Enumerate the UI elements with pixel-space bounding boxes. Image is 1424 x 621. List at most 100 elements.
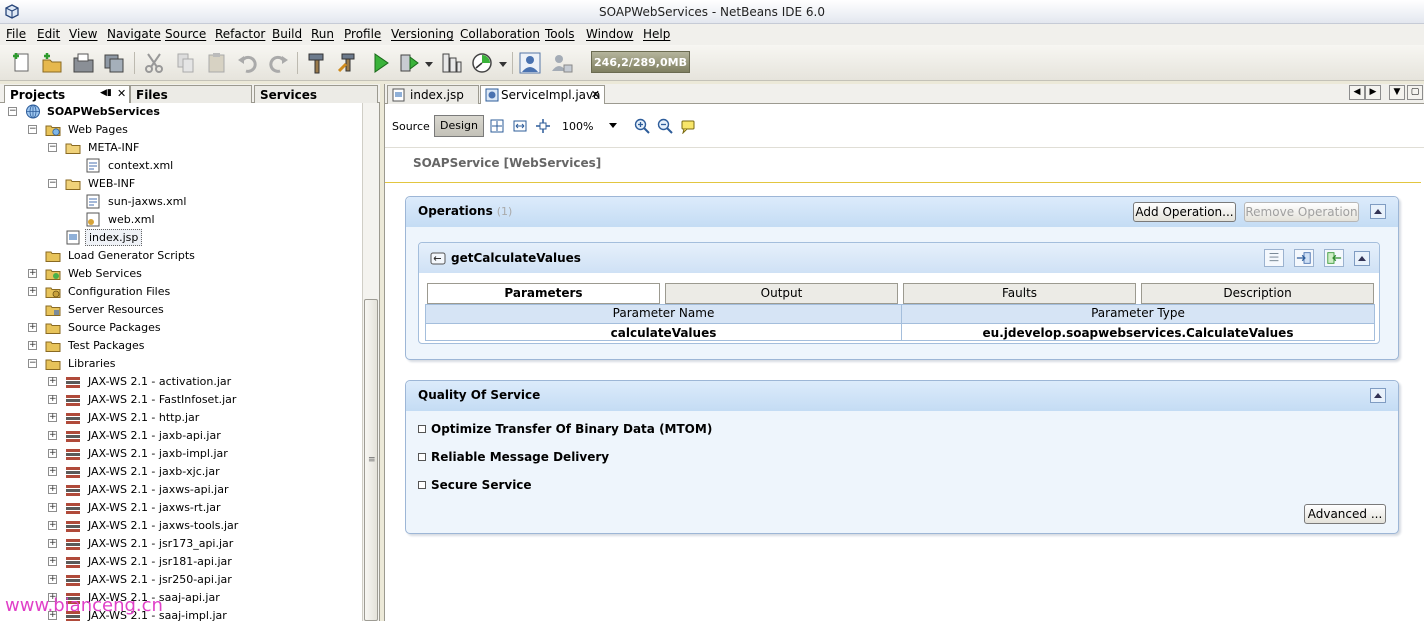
secure-service-checkbox[interactable]	[418, 481, 426, 489]
tree-node-jar[interactable]: + JAX-WS 2.1 - activation.jar	[0, 373, 362, 391]
save-all-icon[interactable]	[102, 51, 126, 75]
memory-usage-indicator[interactable]: 246,2/289,0MB	[591, 51, 690, 73]
expand-toggle[interactable]: +	[48, 521, 57, 530]
menu-refactor[interactable]: Refactor	[215, 27, 265, 41]
tree-node-index-jsp[interactable]: index.jsp	[0, 229, 362, 247]
collaboration-user-icon[interactable]	[518, 51, 542, 75]
tab-projects[interactable]: Projects ◀▮ ✕	[4, 85, 130, 103]
zoom-dropdown-icon[interactable]	[609, 123, 617, 128]
menu-versioning[interactable]: Versioning	[391, 27, 454, 41]
copy-icon[interactable]	[174, 51, 198, 75]
tree-node-web-inf[interactable]: − WEB-INF	[0, 175, 362, 193]
close-tab-icon[interactable]: ✕	[591, 88, 600, 101]
tree-node-jar[interactable]: + JAX-WS 2.1 - FastInfoset.jar	[0, 391, 362, 409]
tab-faults[interactable]: Faults	[903, 283, 1136, 304]
profile-icon[interactable]	[440, 51, 464, 75]
expand-toggle[interactable]: +	[48, 395, 57, 404]
tree-node-source-packages[interactable]: + Source Packages	[0, 319, 362, 337]
menu-file[interactable]: File	[6, 27, 26, 41]
tab-parameters[interactable]: Parameters	[427, 283, 660, 304]
menu-collaboration[interactable]: Collaboration	[460, 27, 540, 41]
menu-window[interactable]: Window	[586, 27, 633, 41]
menu-view[interactable]: View	[69, 27, 97, 41]
remove-operation-button[interactable]: Remove Operation	[1244, 202, 1359, 222]
expand-toggle[interactable]: +	[48, 431, 57, 440]
collapse-qos-icon[interactable]	[1370, 388, 1386, 403]
tree-node-project[interactable]: − SOAPWebServices	[0, 103, 362, 121]
tree-node-web-xml[interactable]: web.xml	[0, 211, 362, 229]
tree-node-context-xml[interactable]: context.xml	[0, 157, 362, 175]
clean-build-icon[interactable]	[336, 51, 360, 75]
open-project-icon[interactable]	[72, 51, 96, 75]
collapse-toggle[interactable]: −	[48, 143, 57, 152]
collapse-toggle[interactable]: −	[8, 107, 17, 116]
fit-diagram-icon[interactable]	[489, 118, 505, 134]
collapse-toggle[interactable]: −	[48, 179, 57, 188]
expand-toggle[interactable]: +	[48, 557, 57, 566]
scroll-tabs-right-icon[interactable]: ▶	[1365, 85, 1381, 100]
profiler-gauge-icon[interactable]	[470, 51, 494, 75]
document-icon[interactable]	[1264, 249, 1284, 267]
menu-navigate[interactable]: Navigate	[107, 27, 161, 41]
expand-toggle[interactable]: +	[48, 377, 57, 386]
tree-node-web-services[interactable]: + Web Services	[0, 265, 362, 283]
run-icon[interactable]	[368, 51, 392, 75]
design-view-button[interactable]: Design	[434, 115, 484, 137]
collaboration-logout-icon[interactable]	[550, 51, 574, 75]
tree-node-jar[interactable]: + JAX-WS 2.1 - jsr181-api.jar	[0, 553, 362, 571]
zoom-out-icon[interactable]	[657, 118, 673, 134]
table-cell-parameter-name[interactable]: calculateValues	[426, 323, 902, 341]
tree-node-jar[interactable]: + JAX-WS 2.1 - jaxws-api.jar	[0, 481, 362, 499]
menu-edit[interactable]: Edit	[37, 27, 60, 41]
paste-icon[interactable]	[205, 51, 229, 75]
tree-node-test-packages[interactable]: + Test Packages	[0, 337, 362, 355]
zoom-level[interactable]: 100%	[562, 120, 593, 133]
scrollbar-thumb[interactable]: ≡	[364, 299, 378, 621]
add-operation-button[interactable]: Add Operation...	[1133, 202, 1236, 222]
fit-width-icon[interactable]	[512, 118, 528, 134]
tree-node-jar[interactable]: + JAX-WS 2.1 - jaxb-impl.jar	[0, 445, 362, 463]
expand-toggle[interactable]: +	[48, 413, 57, 422]
tab-services[interactable]: Services	[254, 85, 378, 103]
tree-scrollbar[interactable]: ≡	[362, 103, 379, 621]
input-arrow-icon[interactable]	[1294, 249, 1314, 267]
menu-source[interactable]: Source	[165, 27, 206, 41]
close-tab-icon[interactable]: ✕	[117, 87, 126, 100]
column-header-parameter-type[interactable]: Parameter Type	[902, 305, 1374, 323]
menu-tools[interactable]: Tools	[545, 27, 575, 41]
redo-icon[interactable]	[266, 51, 290, 75]
table-cell-parameter-type[interactable]: eu.jdevelop.soapwebservices.CalculateVal…	[902, 323, 1374, 341]
menu-run[interactable]: Run	[311, 27, 334, 41]
menu-build[interactable]: Build	[272, 27, 302, 41]
maximize-window-icon[interactable]: ▢	[1407, 85, 1423, 100]
show-opened-documents-icon[interactable]: ▼	[1389, 85, 1405, 100]
build-hammer-icon[interactable]	[305, 51, 329, 75]
expand-toggle[interactable]: +	[28, 341, 37, 350]
expand-toggle[interactable]: +	[48, 449, 57, 458]
zoom-100-icon[interactable]	[535, 118, 551, 134]
collapse-operations-icon[interactable]	[1370, 204, 1386, 219]
expand-toggle[interactable]: +	[48, 503, 57, 512]
minimize-window-icon[interactable]: ◀▮	[100, 88, 112, 98]
debug-dropdown-icon[interactable]	[424, 51, 434, 75]
tree-node-server-resources[interactable]: Server Resources	[0, 301, 362, 319]
tab-index-jsp[interactable]: index.jsp	[387, 85, 479, 104]
mtom-checkbox[interactable]	[418, 425, 426, 433]
tree-node-jar[interactable]: + JAX-WS 2.1 - http.jar	[0, 409, 362, 427]
collapse-operation-icon[interactable]	[1354, 251, 1370, 266]
tree-node-jar[interactable]: + JAX-WS 2.1 - jaxws-tools.jar	[0, 517, 362, 535]
expand-toggle[interactable]: +	[48, 485, 57, 494]
column-header-parameter-name[interactable]: Parameter Name	[426, 305, 902, 323]
source-view-button[interactable]: Source	[392, 120, 430, 133]
tab-files[interactable]: Files	[130, 85, 252, 103]
tree-node-sun-jaxws-xml[interactable]: sun-jaxws.xml	[0, 193, 362, 211]
tree-node-libraries[interactable]: − Libraries	[0, 355, 362, 373]
tree-node-configuration-files[interactable]: + Configuration Files	[0, 283, 362, 301]
tree-node-jar[interactable]: + JAX-WS 2.1 - jsr173_api.jar	[0, 535, 362, 553]
profiler-dropdown-icon[interactable]	[498, 51, 508, 75]
cut-icon[interactable]	[142, 51, 166, 75]
new-file-icon[interactable]	[10, 51, 34, 75]
tab-serviceimpl-java[interactable]: ServiceImpl.java ✕	[480, 85, 605, 104]
expand-toggle[interactable]: +	[28, 269, 37, 278]
menu-help[interactable]: Help	[643, 27, 670, 41]
